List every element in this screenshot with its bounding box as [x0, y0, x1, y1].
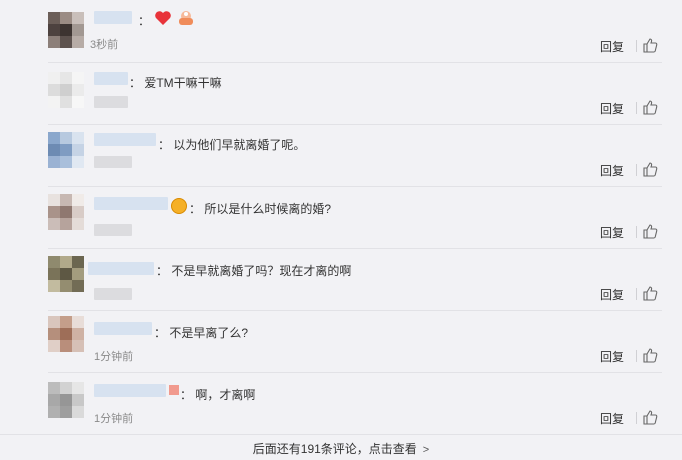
divider — [636, 350, 637, 362]
avatar[interactable] — [48, 72, 84, 108]
comment-text: ： — [138, 14, 151, 28]
timestamp: 3秒前 — [90, 39, 119, 51]
avatar[interactable] — [48, 256, 84, 292]
username[interactable] — [88, 262, 154, 275]
avatar[interactable] — [48, 194, 84, 230]
username[interactable] — [94, 133, 156, 146]
username[interactable] — [94, 197, 168, 210]
avatar[interactable] — [48, 382, 84, 418]
timestamp — [94, 96, 128, 108]
timestamp — [94, 288, 132, 300]
divider — [636, 164, 637, 176]
reply-button[interactable]: 回复 — [600, 410, 624, 427]
badge-icon — [169, 385, 179, 395]
comment-text: ： 啊，才离啊 — [180, 388, 256, 402]
comment-item: ： 3秒前 回复 — [0, 0, 682, 62]
divider — [636, 226, 637, 238]
avatar[interactable] — [48, 132, 84, 168]
username[interactable] — [94, 384, 166, 397]
comment-text: ： 爱TM干嘛干嘛 — [129, 76, 222, 90]
thumbs-up-icon[interactable] — [642, 347, 658, 363]
comment-item: ： 所以是什么时候离的婚? 回复 — [0, 186, 682, 248]
divider — [636, 102, 637, 114]
comment-item: ： 不是早就离婚了吗？现在才离的啊 回复 — [0, 248, 682, 310]
thumbs-up-icon[interactable] — [642, 161, 658, 177]
reply-button[interactable]: 回复 — [600, 224, 624, 241]
reply-button[interactable]: 回复 — [600, 100, 624, 117]
avatar[interactable] — [48, 12, 84, 48]
comment-item: ： 不是早离了么? 1分钟前 回复 — [0, 310, 682, 372]
timestamp: 1分钟前 — [94, 413, 134, 425]
username[interactable] — [94, 322, 152, 335]
thumbs-up-icon[interactable] — [642, 99, 658, 115]
comment-text: ： 所以是什么时候离的婚? — [189, 202, 332, 216]
more-comments-label: 后面还有191条评论，点击查看 — [252, 442, 417, 456]
reply-button[interactable]: 回复 — [600, 162, 624, 179]
thumbs-up-icon[interactable] — [642, 285, 658, 301]
comment-item: ： 爱TM干嘛干嘛 回复 — [0, 62, 682, 124]
timestamp — [94, 224, 132, 236]
timestamp — [94, 156, 132, 168]
username[interactable] — [94, 11, 132, 24]
comment-text: ： 不是早就离婚了吗？现在才离的啊 — [156, 264, 352, 278]
reply-button[interactable]: 回复 — [600, 348, 624, 365]
reply-button[interactable]: 回复 — [600, 38, 624, 55]
divider — [636, 40, 637, 52]
bowl-icon — [176, 9, 196, 32]
timestamp: 1分钟前 — [94, 351, 134, 363]
thumbs-up-icon[interactable] — [642, 223, 658, 239]
avatar[interactable] — [48, 316, 84, 352]
comment-item: ： 以为他们早就离婚了呢。 回复 — [0, 124, 682, 186]
divider — [0, 434, 682, 435]
chevron-right-icon: > — [422, 444, 430, 456]
divider — [636, 288, 637, 300]
thumbs-up-icon[interactable] — [642, 409, 658, 425]
thumbs-up-icon[interactable] — [642, 37, 658, 53]
vip-badge-icon — [171, 198, 187, 214]
heart-icon — [154, 10, 172, 31]
more-comments-link[interactable]: 后面还有191条评论，点击查看 > — [0, 440, 682, 460]
divider — [636, 412, 637, 424]
comment-text: ： 以为他们早就离婚了呢。 — [158, 138, 306, 152]
username[interactable] — [94, 72, 128, 85]
comment-text: ： 不是早离了么? — [154, 326, 249, 340]
reply-button[interactable]: 回复 — [600, 286, 624, 303]
comment-item: ： 啊，才离啊 1分钟前 回复 — [0, 372, 682, 434]
